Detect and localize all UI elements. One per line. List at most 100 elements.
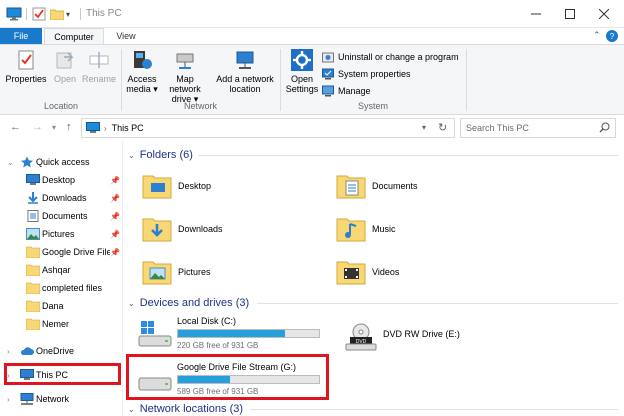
open-settings-button[interactable]: Open Settings bbox=[284, 49, 320, 94]
system-properties-label: System properties bbox=[338, 69, 411, 79]
nav-item-label: Ashqar bbox=[42, 265, 71, 275]
refresh-icon[interactable]: ↻ bbox=[438, 121, 447, 134]
this-pc-icon[interactable] bbox=[6, 6, 22, 22]
nav-network[interactable]: › Network bbox=[0, 390, 122, 408]
manage-button[interactable]: Manage bbox=[322, 84, 371, 98]
new-folder-icon[interactable] bbox=[50, 6, 64, 22]
map-network-drive-button[interactable]: Map network drive ▾ bbox=[160, 49, 210, 104]
maximize-button[interactable] bbox=[553, 2, 587, 26]
folder-tile-documents[interactable]: Documents bbox=[336, 166, 418, 206]
nav-item-dana[interactable]: Dana bbox=[0, 297, 122, 315]
nav-item-label: Google Drive File bbox=[42, 247, 110, 257]
videos-folder-icon bbox=[336, 261, 366, 285]
network-locations-section-header[interactable]: ⌄ Network locations (3) bbox=[128, 401, 243, 416]
properties-button[interactable]: Properties bbox=[5, 49, 47, 84]
access-media-label-1: Access bbox=[127, 74, 157, 84]
folder-label: Desktop bbox=[178, 181, 212, 191]
nav-item-documents[interactable]: Documents 📌 bbox=[0, 207, 122, 225]
collapse-chevron-icon[interactable]: ⌄ bbox=[7, 158, 14, 167]
documents-folder-icon bbox=[336, 175, 366, 199]
collapse-section-icon[interactable]: ⌄ bbox=[128, 299, 135, 308]
quick-access-dropdown-icon[interactable]: ▾ bbox=[66, 6, 76, 22]
window-title: This PC bbox=[86, 8, 122, 19]
folder-tile-music[interactable]: Music bbox=[336, 209, 396, 249]
folder-tile-downloads[interactable]: Downloads bbox=[142, 209, 223, 249]
nav-item-nemer[interactable]: Nemer bbox=[0, 315, 122, 333]
folders-section-header[interactable]: ⌄ Folders (6) bbox=[128, 147, 193, 163]
nav-item-label: Desktop bbox=[42, 175, 76, 185]
add-network-location-button[interactable]: Add a network location bbox=[214, 49, 276, 94]
tab-computer[interactable]: Computer bbox=[44, 28, 104, 44]
breadcrumb-chevron-icon[interactable]: › bbox=[104, 124, 107, 133]
open-label: Open bbox=[53, 74, 77, 84]
access-media-label-2: media ▾ bbox=[126, 84, 158, 94]
open-settings-label-1: Open bbox=[290, 74, 314, 84]
recent-locations-dropdown-icon[interactable]: ▾ bbox=[52, 123, 56, 132]
collapse-section-icon[interactable]: ⌄ bbox=[128, 151, 135, 160]
folder-tile-desktop[interactable]: Desktop bbox=[142, 166, 211, 206]
folder-icon bbox=[26, 282, 40, 294]
open-button[interactable]: Open bbox=[52, 49, 78, 84]
nav-quick-access-label: Quick access bbox=[36, 157, 90, 167]
system-group-label: System bbox=[358, 101, 389, 111]
nav-item-downloads[interactable]: Downloads 📌 bbox=[0, 189, 122, 207]
folder-label: Music bbox=[372, 224, 396, 234]
add-network-label-2: location bbox=[229, 84, 261, 94]
folder-tile-videos[interactable]: Videos bbox=[336, 252, 399, 292]
properties-icon bbox=[18, 50, 34, 70]
nav-item-pictures[interactable]: Pictures 📌 bbox=[0, 225, 122, 243]
close-button[interactable] bbox=[587, 2, 621, 26]
collapse-section-icon[interactable]: ⌄ bbox=[128, 405, 135, 414]
minimize-button[interactable] bbox=[519, 2, 553, 26]
uninstall-program-button[interactable]: Uninstall or change a program bbox=[322, 50, 459, 64]
highlight-google-drive bbox=[126, 354, 329, 400]
pin-icon: 📌 bbox=[110, 229, 120, 239]
up-arrow-icon[interactable]: ↑ bbox=[66, 121, 72, 133]
network-locations-header-label: Network locations (3) bbox=[139, 403, 244, 415]
nav-quick-access[interactable]: ⌄ Quick access bbox=[0, 153, 122, 171]
network-group-label: Network bbox=[184, 101, 218, 111]
search-input[interactable]: Search This PC bbox=[460, 118, 616, 138]
drive-name: Local Disk (C:) bbox=[177, 316, 237, 326]
nav-onedrive[interactable]: › OneDrive bbox=[0, 342, 122, 360]
back-arrow-icon[interactable]: ← bbox=[10, 121, 21, 133]
folder-tile-pictures[interactable]: Pictures bbox=[142, 252, 211, 292]
drive-name: DVD RW Drive (E:) bbox=[383, 329, 460, 339]
help-icon[interactable]: ? bbox=[606, 30, 618, 42]
rename-button[interactable]: Rename bbox=[82, 49, 116, 84]
ribbon-collapse-icon[interactable]: ⌃ bbox=[593, 30, 601, 41]
address-bar[interactable]: › This PC ▾ ↻ bbox=[81, 118, 455, 138]
uninstall-label: Uninstall or change a program bbox=[338, 52, 459, 62]
rename-label: Rename bbox=[81, 74, 117, 84]
devices-header-label: Devices and drives (3) bbox=[139, 297, 250, 309]
downloads-folder-icon bbox=[142, 218, 172, 242]
tab-file[interactable]: File bbox=[0, 28, 42, 44]
system-properties-button[interactable]: System properties bbox=[322, 67, 411, 81]
access-media-button[interactable]: Access media ▾ bbox=[124, 49, 160, 94]
address-history-dropdown-icon[interactable]: ▾ bbox=[422, 123, 426, 132]
this-pc-address-icon bbox=[86, 122, 100, 133]
nav-item-desktop[interactable]: Desktop 📌 bbox=[0, 171, 122, 189]
devices-section-header[interactable]: ⌄ Devices and drives (3) bbox=[128, 295, 249, 311]
add-network-label-1: Add a network bbox=[216, 74, 274, 84]
nav-item-completed-files[interactable]: completed files bbox=[0, 279, 122, 297]
manage-icon bbox=[322, 85, 334, 97]
expand-chevron-icon[interactable]: › bbox=[7, 347, 10, 356]
folder-label: Pictures bbox=[178, 267, 211, 277]
drive-local-disk-c[interactable]: Local Disk (C:) 220 GB free of 931 GB bbox=[124, 316, 324, 352]
drive-dvd-rw-e[interactable]: DVD DVD RW Drive (E:) bbox=[330, 319, 530, 355]
desktop-folder-icon bbox=[142, 175, 172, 199]
properties-check-icon[interactable] bbox=[32, 6, 46, 22]
expand-chevron-icon[interactable]: › bbox=[7, 395, 10, 404]
nav-item-google-drive[interactable]: Google Drive File 📌 bbox=[0, 243, 122, 261]
highlight-this-pc bbox=[4, 363, 121, 385]
maximize-icon bbox=[565, 9, 575, 19]
folder-icon bbox=[26, 318, 40, 330]
tab-view[interactable]: View bbox=[106, 28, 146, 44]
folder-label: Downloads bbox=[178, 224, 223, 234]
forward-arrow-icon[interactable]: → bbox=[32, 121, 43, 133]
nav-item-ashqar[interactable]: Ashqar bbox=[0, 261, 122, 279]
add-network-location-icon bbox=[236, 51, 254, 69]
windows-drive-icon bbox=[138, 321, 172, 347]
breadcrumb-this-pc[interactable]: This PC bbox=[112, 123, 144, 133]
